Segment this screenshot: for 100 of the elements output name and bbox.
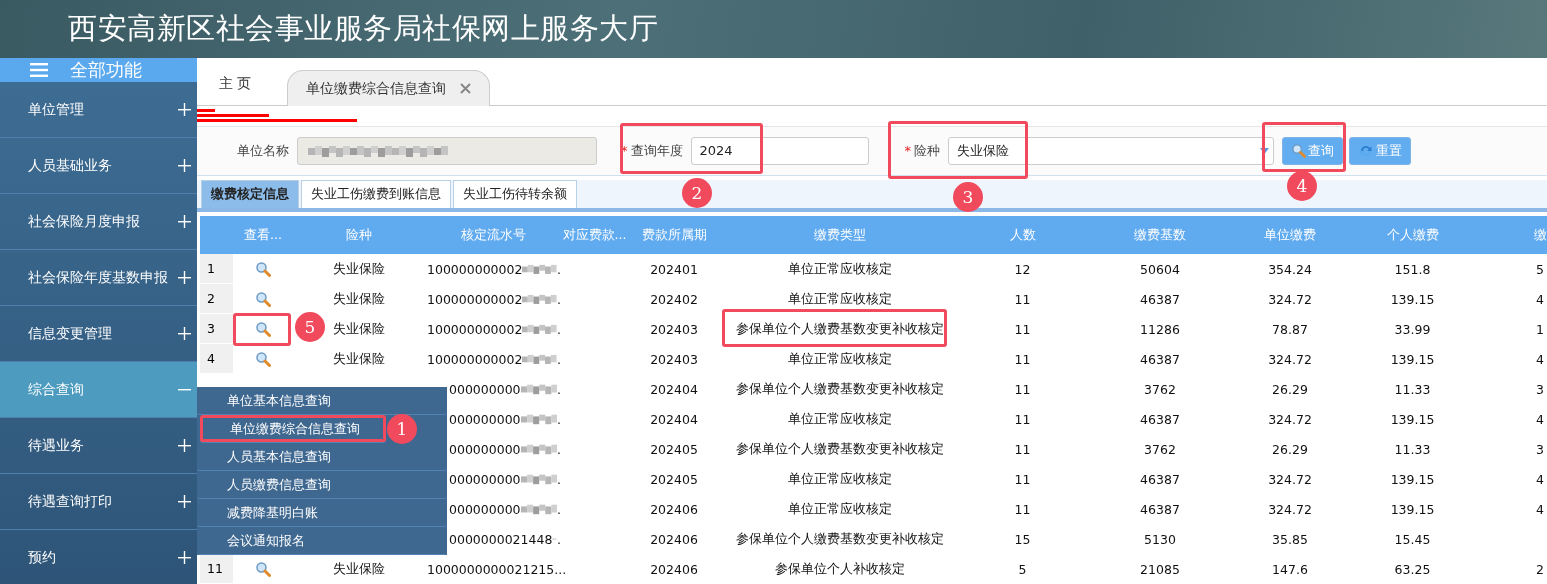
insurance-cell: 失业保险 (333, 320, 385, 338)
base-cell: 11286 (1140, 321, 1180, 337)
ellipsis-text: . (557, 471, 561, 487)
sub-tab[interactable]: 缴费核定信息 (201, 180, 299, 208)
ellipsis-text: . (557, 261, 561, 277)
type-cell: 单位正常应收核定 (788, 290, 892, 308)
submenu-item[interactable]: 单位基本信息查询 (197, 387, 447, 415)
period-cell: 202406 (650, 501, 698, 517)
personal-fee-cell: 33.99 (1394, 321, 1431, 337)
period-cell: 202405 (650, 471, 698, 487)
submenu-item[interactable]: 减费降基明白账 (197, 499, 447, 527)
year-field[interactable]: 2024 (690, 136, 869, 165)
period-cell: 202406 (650, 561, 698, 577)
insurance-select[interactable]: 失业保险 (948, 136, 1274, 165)
sub-tab[interactable]: 失业工伤待转余额 (453, 180, 577, 208)
base-cell: 3762 (1144, 441, 1176, 457)
count-cell: 11 (1014, 441, 1031, 457)
personal-fee-cell: 63.25 (1394, 561, 1431, 577)
field-label: 险种 (914, 141, 940, 160)
column-header: 缴费类型 (813, 225, 867, 244)
menu-icon (30, 63, 48, 77)
personal-fee-cell: 139.15 (1390, 501, 1435, 517)
submenu-item[interactable]: 人员缴费信息查询 (197, 471, 447, 499)
sidebar-item[interactable]: 单位管理 (0, 82, 197, 138)
insurance-cell: 失业保险 (333, 260, 385, 278)
submenu-item[interactable]: 单位缴费综合信息查询 (200, 415, 386, 443)
period-cell: 202403 (650, 351, 698, 367)
unit-fee-cell: 324.72 (1268, 501, 1312, 517)
step-badge: 5 (295, 312, 325, 342)
sidebar-item[interactable]: 综合查询 (0, 362, 197, 418)
search-icon (255, 351, 271, 367)
plus-icon (178, 103, 191, 116)
count-cell: 11 (1014, 381, 1031, 397)
submenu-item[interactable]: 会议通知报名 (197, 527, 447, 555)
view-button[interactable] (255, 321, 271, 337)
sidebar-item[interactable]: 社会保险月度申报 (0, 194, 197, 250)
column-header: 缴 (1532, 225, 1547, 244)
personal-fee-cell: 11.33 (1394, 381, 1431, 397)
personal-fee-cell: 139.15 (1390, 351, 1435, 367)
base-cell: 46387 (1140, 291, 1180, 307)
serial-cell: 100000000002 (427, 321, 523, 337)
row-number: 3 (200, 314, 233, 344)
column-header: 险种 (345, 225, 373, 244)
table-cell: 1 (1536, 321, 1544, 337)
view-button[interactable] (255, 561, 271, 577)
period-cell: 202403 (650, 321, 698, 337)
serial-cell: 000000000 (449, 381, 521, 397)
search-icon (255, 291, 271, 307)
unit-fee-cell: 324.72 (1268, 471, 1312, 487)
type-cell: 参保单位个人缴费基数变更补收核定 (736, 380, 944, 398)
table-cell: 4 (1536, 411, 1544, 427)
highlight-frame (233, 313, 291, 346)
submenu-item[interactable]: 人员基本信息查询 (197, 443, 447, 471)
plus-icon (178, 271, 191, 284)
required-mark: * (904, 143, 911, 159)
type-cell: 单位正常应收核定 (788, 500, 892, 518)
column-header: 人数 (1008, 225, 1037, 244)
insurance-cell: 失业保险 (333, 350, 385, 368)
serial-cell: 000000000 (449, 471, 521, 487)
personal-fee-cell: 139.15 (1390, 411, 1435, 427)
count-cell: 11 (1014, 291, 1031, 307)
view-button[interactable] (255, 261, 271, 277)
count-cell: 11 (1014, 501, 1031, 517)
insurance-cell: 失业保险 (333, 290, 385, 308)
plus-icon (178, 327, 191, 340)
table-cell: 4 (1536, 501, 1544, 517)
page-tab[interactable]: 单位缴费综合信息查询 (287, 70, 491, 107)
base-cell: 50604 (1140, 261, 1180, 277)
period-cell: 202402 (650, 291, 698, 307)
sub-tab[interactable]: 失业工伤缴费到账信息 (301, 180, 451, 208)
sidebar-item[interactable]: 社会保险年度基数申报 (0, 250, 197, 306)
base-cell: 46387 (1140, 501, 1180, 517)
table-cell: 4 (1536, 471, 1544, 487)
column-header: 个人缴费 (1385, 225, 1440, 244)
site-title: 西安高新区社会事业服务局社保网上服务大厅 (68, 10, 658, 47)
plus-icon (178, 159, 191, 172)
column-header: 单位缴费 (1263, 225, 1317, 244)
dropdown-icon (1260, 147, 1269, 154)
view-button[interactable] (255, 291, 271, 307)
column-header: 核定流水号 (459, 225, 527, 244)
count-cell: 5 (1018, 561, 1027, 577)
personal-fee-cell: 139.15 (1390, 471, 1435, 487)
count-cell: 15 (1014, 531, 1031, 547)
table-cell: 3 (1536, 441, 1544, 457)
column-header: 费款所属期 (640, 225, 708, 244)
type-cell: 参保单位个人缴费基数变更补收核定 (736, 530, 944, 548)
page-tab[interactable]: 主 页 (219, 69, 252, 100)
plus-icon (178, 439, 191, 452)
insurance-cell: 失业保险 (333, 560, 385, 578)
type-cell: 单位正常应收核定 (788, 470, 892, 488)
close-icon[interactable] (460, 83, 472, 95)
count-cell: 11 (1014, 321, 1031, 337)
plus-icon (178, 215, 191, 228)
unit-fee-cell: 324.72 (1268, 411, 1312, 427)
view-button[interactable] (255, 351, 271, 367)
plus-icon (178, 495, 191, 508)
base-cell: 46387 (1140, 411, 1180, 427)
company-name-field[interactable] (297, 136, 597, 165)
row-number: 2 (200, 284, 233, 314)
serial-cell: 000000000 (449, 411, 521, 427)
